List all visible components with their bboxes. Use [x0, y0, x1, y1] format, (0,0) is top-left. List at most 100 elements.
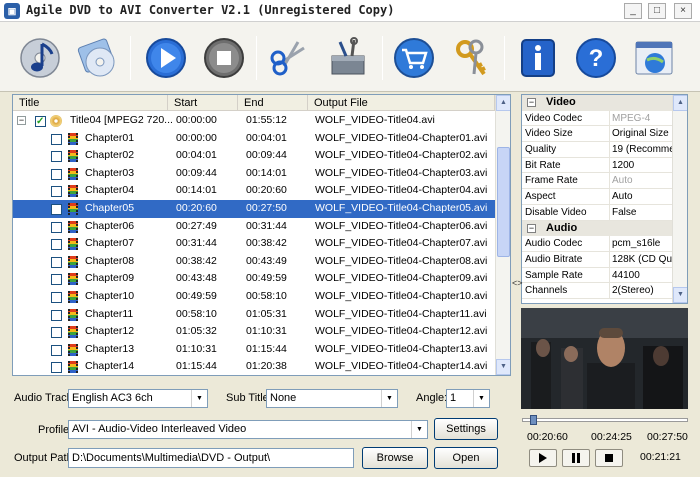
- title-row[interactable]: − Title04 [MPEG2 720...00:00:00 01:55:12 WO…: [13, 112, 495, 131]
- property-scrollbar[interactable]: ▲ ▼: [672, 95, 687, 303]
- row-checkbox[interactable]: [51, 256, 62, 268]
- chevron-down-icon[interactable]: ▼: [381, 390, 397, 407]
- chapter-row[interactable]: Chapter02 00:04:01 00:09:44 WOLF_VIDEO-Titl…: [13, 147, 495, 165]
- property-value[interactable]: 19 (Recommen: [609, 142, 675, 157]
- website-button[interactable]: [630, 34, 678, 82]
- minimize-button[interactable]: _: [624, 3, 642, 19]
- audio-track-select[interactable]: English AC3 6ch ▼: [68, 389, 208, 408]
- convert-button[interactable]: [142, 34, 190, 82]
- scroll-up-icon[interactable]: ▲: [496, 95, 510, 111]
- list-scrollbar[interactable]: ▲ ▼: [495, 95, 510, 375]
- row-checkbox[interactable]: [51, 309, 62, 321]
- row-checkbox[interactable]: [51, 327, 62, 339]
- property-row[interactable]: Audio Bitrate 128K (CD Qua: [522, 251, 687, 268]
- property-value[interactable]: 44100: [609, 267, 675, 283]
- subtitle-select[interactable]: None ▼: [266, 389, 398, 408]
- collapse-tree-icon[interactable]: −: [17, 116, 26, 125]
- column-title[interactable]: Title: [13, 95, 168, 111]
- property-value[interactable]: Original Size: [609, 126, 675, 142]
- chapter-row[interactable]: Chapter10 00:49:59 00:58:10 WOLF_VIDEO-Titl…: [13, 288, 495, 306]
- title-bar[interactable]: ▣ Agile DVD to AVI Converter V2.1 (Unreg…: [0, 0, 700, 22]
- property-value[interactable]: 2(Stereo): [609, 283, 675, 298]
- chapter-row[interactable]: Chapter11 00:58:10 01:05:31 WOLF_VIDEO-Titl…: [13, 306, 495, 324]
- play-button[interactable]: [529, 449, 557, 467]
- property-row[interactable]: Bit Rate 1200: [522, 157, 687, 174]
- chapter-row[interactable]: Chapter04 00:14:01 00:20:60 WOLF_VIDEO-Titl…: [13, 182, 495, 200]
- browse-button[interactable]: Browse: [362, 447, 428, 469]
- chapter-row[interactable]: Chapter12 01:05:32 01:10:31 WOLF_VIDEO-Titl…: [13, 323, 495, 341]
- property-value[interactable]: False: [609, 204, 675, 220]
- column-output-file[interactable]: Output File: [308, 95, 495, 111]
- maximize-button[interactable]: □: [648, 3, 666, 19]
- scroll-down-icon[interactable]: ▼: [673, 287, 687, 303]
- stop-button[interactable]: [200, 34, 248, 82]
- angle-select[interactable]: 1 ▼: [446, 389, 490, 408]
- settings-button[interactable]: [324, 34, 372, 82]
- collapse-icon[interactable]: −: [527, 223, 536, 233]
- video-category[interactable]: − Video: [522, 95, 687, 111]
- help-button[interactable]: ?: [572, 34, 620, 82]
- seek-slider[interactable]: [522, 415, 688, 425]
- chapter-row[interactable]: Chapter06 00:27:49 00:31:44 WOLF_VIDEO-Titl…: [13, 218, 495, 236]
- property-row[interactable]: Aspect Auto: [522, 189, 687, 205]
- chapter-row[interactable]: Chapter13 01:10:31 01:15:44 WOLF_VIDEO-Titl…: [13, 341, 495, 359]
- chevron-down-icon[interactable]: ▼: [473, 390, 489, 407]
- row-checkbox[interactable]: [51, 239, 62, 251]
- row-checkbox[interactable]: [51, 291, 62, 303]
- panel-splitter[interactable]: <>: [512, 278, 523, 288]
- stop-preview-button[interactable]: [595, 449, 623, 467]
- property-row[interactable]: Channels 2(Stereo): [522, 283, 687, 299]
- property-value[interactable]: pcm_s16le: [609, 236, 675, 251]
- chapter-row[interactable]: Chapter07 00:31:44 00:38:42 WOLF_VIDEO-Titl…: [13, 235, 495, 253]
- property-row[interactable]: Audio Codec pcm_s16le: [522, 236, 687, 252]
- property-row[interactable]: Sample Rate 44100: [522, 267, 687, 284]
- property-row[interactable]: Video Codec MPEG-4: [522, 110, 687, 127]
- row-checkbox[interactable]: [51, 168, 62, 180]
- row-checkbox[interactable]: [51, 186, 62, 198]
- chapter-row[interactable]: Chapter08 00:38:42 00:43:49 WOLF_VIDEO-Titl…: [13, 253, 495, 271]
- scroll-up-icon[interactable]: ▲: [673, 95, 687, 111]
- row-checkbox[interactable]: [35, 113, 46, 131]
- row-checkbox[interactable]: [51, 151, 62, 163]
- audio-category[interactable]: − Audio: [522, 220, 687, 237]
- seek-slider-knob[interactable]: [530, 415, 537, 425]
- scroll-thumb[interactable]: [497, 147, 510, 257]
- property-row[interactable]: Disable Video False: [522, 204, 687, 221]
- chapter-row[interactable]: Chapter05 00:20:60 00:27:50 WOLF_VIDEO-Titl…: [13, 199, 495, 218]
- buy-button[interactable]: [390, 34, 438, 82]
- row-checkbox[interactable]: [51, 344, 62, 356]
- property-value[interactable]: 128K (CD Qua: [609, 251, 675, 267]
- register-button[interactable]: [448, 34, 496, 82]
- property-value[interactable]: Auto: [609, 189, 675, 204]
- row-checkbox[interactable]: [51, 274, 62, 286]
- collapse-icon[interactable]: −: [527, 98, 536, 107]
- property-row[interactable]: Video Size Original Size: [522, 126, 687, 143]
- row-checkbox[interactable]: [51, 133, 62, 145]
- row-checkbox[interactable]: [51, 362, 62, 374]
- output-path-field[interactable]: D:\Documents\Multimedia\DVD - Output\: [68, 448, 354, 468]
- row-checkbox[interactable]: [51, 203, 62, 215]
- chapter-row[interactable]: Chapter14 01:15:44 01:20:38 WOLF_VIDEO-Titl…: [13, 358, 495, 375]
- cut-button[interactable]: [266, 34, 314, 82]
- chapter-row[interactable]: Chapter01 00:00:00 00:04:01 WOLF_VIDEO-Titl…: [13, 130, 495, 148]
- scroll-down-icon[interactable]: ▼: [496, 359, 510, 375]
- chapter-list[interactable]: Title Start End Output File − Title04 [MP…: [12, 94, 511, 376]
- close-button[interactable]: ×: [674, 3, 692, 19]
- property-row[interactable]: Quality 19 (Recommen: [522, 142, 687, 158]
- chapter-row[interactable]: Chapter09 00:43:48 00:49:59 WOLF_VIDEO-Titl…: [13, 270, 495, 288]
- column-end[interactable]: End: [238, 95, 308, 111]
- profile-select[interactable]: AVI - Audio-Video Interleaved Video ▼: [68, 420, 428, 439]
- column-start[interactable]: Start: [168, 95, 238, 111]
- info-button[interactable]: [514, 34, 562, 82]
- property-value[interactable]: Auto: [609, 173, 675, 189]
- property-value[interactable]: 1200: [609, 157, 675, 173]
- open-audio-button[interactable]: [16, 34, 64, 82]
- property-value[interactable]: MPEG-4: [609, 110, 675, 126]
- chevron-down-icon[interactable]: ▼: [411, 421, 427, 438]
- row-checkbox[interactable]: [51, 221, 62, 233]
- pause-button[interactable]: [562, 449, 590, 467]
- chapter-row[interactable]: Chapter03 00:09:44 00:14:01 WOLF_VIDEO-Titl…: [13, 165, 495, 183]
- property-grid[interactable]: − Video Video Codec MPEG-4 Video Size Origin…: [521, 94, 688, 304]
- open-dvd-button[interactable]: [74, 34, 122, 82]
- property-row[interactable]: Frame Rate Auto: [522, 173, 687, 190]
